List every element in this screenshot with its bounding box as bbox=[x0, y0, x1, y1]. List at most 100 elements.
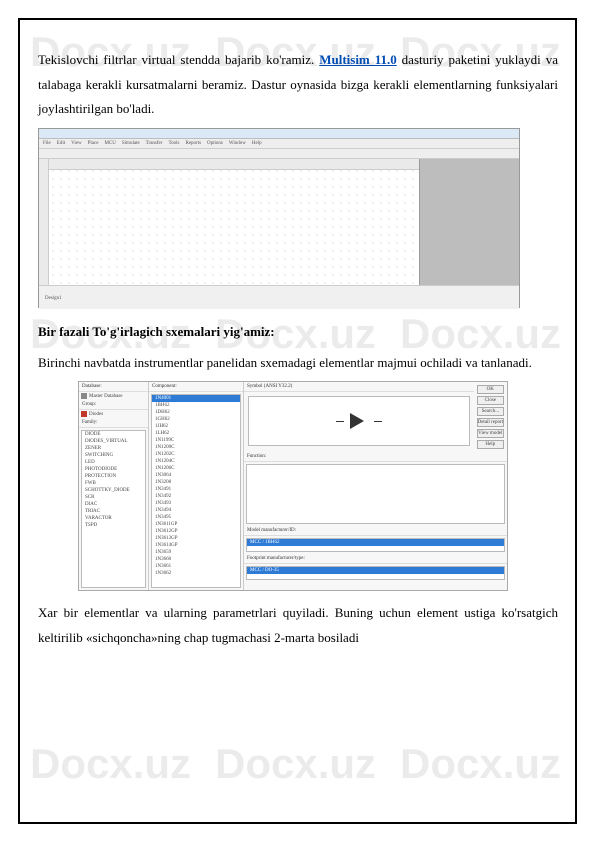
list-item[interactable]: 1N3614GP bbox=[152, 542, 240, 549]
list-item[interactable]: DIODE bbox=[82, 431, 145, 438]
list-item[interactable]: ZENER bbox=[82, 445, 145, 452]
list-item[interactable]: FWB bbox=[82, 480, 145, 487]
list-item[interactable]: 1N3495 bbox=[152, 514, 240, 521]
multisim-link[interactable]: Multisim 11.0 bbox=[319, 52, 397, 67]
screenshot-component-dialog: Database: Master Database Group: Diodes … bbox=[78, 381, 508, 591]
paragraph-2: Birinchi navbatda instrumentlar panelida… bbox=[38, 351, 558, 376]
design-canvas[interactable] bbox=[49, 159, 419, 285]
menu-item[interactable]: Help bbox=[252, 141, 262, 146]
window-titlebar bbox=[39, 129, 519, 139]
list-item[interactable]: 1N3493 bbox=[152, 500, 240, 507]
list-item[interactable]: TRIAC bbox=[82, 508, 145, 515]
toolbar bbox=[39, 149, 519, 159]
menu-item[interactable]: Tools bbox=[168, 141, 179, 146]
menu-item[interactable]: Window bbox=[229, 141, 246, 146]
text: Tekislovchi filtrlar virtual stendda baj… bbox=[38, 52, 319, 67]
list-item[interactable]: 1JH62 bbox=[152, 423, 240, 430]
instruments-panel bbox=[419, 159, 519, 285]
list-item[interactable]: 1N3659 bbox=[152, 549, 240, 556]
list-item[interactable]: 1N3064 bbox=[152, 472, 240, 479]
list-item[interactable]: 1LH62 bbox=[152, 430, 240, 437]
list-item[interactable]: 1N3613GP bbox=[152, 535, 240, 542]
diode-icon bbox=[81, 411, 87, 417]
function-box bbox=[246, 464, 505, 524]
list-item[interactable]: MCC / DO-35 bbox=[247, 567, 504, 574]
paragraph-3: Xar bir elementlar va ularning parametrl… bbox=[38, 601, 558, 650]
list-item[interactable]: 1GH62 bbox=[152, 416, 240, 423]
symbol-preview bbox=[248, 396, 470, 446]
list-item[interactable]: 1DH62 bbox=[152, 409, 240, 416]
list-item[interactable]: SCR bbox=[82, 494, 145, 501]
text: Diodes bbox=[89, 412, 103, 417]
list-item[interactable]: LED bbox=[82, 459, 145, 466]
list-item[interactable]: 1N1202C bbox=[152, 451, 240, 458]
heading-2: Bir fazali To'g'irlagich sxemalari yig'a… bbox=[38, 320, 558, 345]
list-item[interactable]: 1N3208 bbox=[152, 479, 240, 486]
list-item[interactable]: DIODES_VIRTUAL bbox=[82, 438, 145, 445]
menu-item[interactable]: File bbox=[43, 141, 51, 146]
footprint-list[interactable]: MCC / DO-35 bbox=[246, 566, 505, 580]
list-item[interactable]: 1N1206C bbox=[152, 465, 240, 472]
label-group: Group: bbox=[79, 400, 148, 410]
list-item[interactable]: 1N1204C bbox=[152, 458, 240, 465]
label-database: Database: bbox=[79, 382, 148, 392]
list-item[interactable]: MCC / 1BH62 bbox=[247, 539, 504, 546]
screenshot-multisim-window: File Edit View Place MCU Simulate Transf… bbox=[38, 128, 520, 308]
component-list[interactable]: 1N4001 1BH62 1DH62 1GH62 1JH62 1LH62 1N1… bbox=[151, 394, 241, 588]
text: Master Database bbox=[89, 394, 122, 399]
list-item[interactable]: 1N3611GP bbox=[152, 521, 240, 528]
list-item[interactable]: TSPD bbox=[82, 522, 145, 529]
list-item[interactable]: 1N3661 bbox=[152, 563, 240, 570]
menu-item[interactable]: MCU bbox=[104, 141, 115, 146]
bottom-panel: Design1 bbox=[39, 285, 519, 309]
list-item[interactable]: 1N3491 bbox=[152, 486, 240, 493]
list-item[interactable]: DIAC bbox=[82, 501, 145, 508]
list-item[interactable]: 1N1199C bbox=[152, 437, 240, 444]
list-item[interactable]: 1N3612GP bbox=[152, 528, 240, 535]
label-function: Function: bbox=[244, 452, 507, 462]
search-button[interactable]: Search... bbox=[477, 407, 504, 416]
label-component: Component: bbox=[149, 382, 243, 392]
list-item[interactable]: 1N3494 bbox=[152, 507, 240, 514]
label-model: Model manufacturer/ID: bbox=[244, 526, 507, 536]
label-family: Family: bbox=[79, 418, 148, 428]
family-list[interactable]: DIODE DIODES_VIRTUAL ZENER SWITCHING LED… bbox=[81, 430, 146, 588]
paragraph-1: Tekislovchi filtrlar virtual stendda baj… bbox=[38, 48, 558, 122]
menu-item[interactable]: Options bbox=[207, 141, 223, 146]
design-tab[interactable]: Design1 bbox=[39, 294, 68, 303]
group-select[interactable]: Diodes bbox=[79, 410, 148, 418]
list-item[interactable]: SCHOTTKY_DIODE bbox=[82, 487, 145, 494]
help-button[interactable]: Help bbox=[477, 440, 504, 449]
menu-item[interactable]: Place bbox=[88, 141, 99, 146]
list-item[interactable]: 1N3662 bbox=[152, 570, 240, 577]
detail-report-button[interactable]: Detail report bbox=[477, 418, 504, 427]
list-item[interactable]: VARACTOR bbox=[82, 515, 145, 522]
close-button[interactable]: Close bbox=[477, 396, 504, 405]
list-item[interactable]: 1N3660 bbox=[152, 556, 240, 563]
list-item[interactable]: PROTECTION bbox=[82, 473, 145, 480]
menu-item[interactable]: Reports bbox=[185, 141, 201, 146]
label-symbol: Symbol (ANSI Y32.2) bbox=[244, 382, 474, 392]
menu-bar: File Edit View Place MCU Simulate Transf… bbox=[39, 139, 519, 149]
model-list[interactable]: MCC / 1BH62 bbox=[246, 538, 505, 552]
dialog-left-column: Database: Master Database Group: Diodes … bbox=[79, 382, 149, 590]
ruler-vertical bbox=[39, 159, 49, 285]
page-content: Tekislovchi filtrlar virtual stendda baj… bbox=[38, 48, 558, 657]
list-item[interactable]: SWITCHING bbox=[82, 452, 145, 459]
list-item[interactable]: PHOTODIODE bbox=[82, 466, 145, 473]
list-item[interactable]: 1N3492 bbox=[152, 493, 240, 500]
menu-item[interactable]: View bbox=[71, 141, 82, 146]
menu-item[interactable]: Simulate bbox=[122, 141, 140, 146]
menu-item[interactable]: Transfer bbox=[146, 141, 163, 146]
list-item[interactable]: 1BH62 bbox=[152, 402, 240, 409]
menu-item[interactable]: Edit bbox=[57, 141, 65, 146]
label-footprint: Footprint manufacturer/type: bbox=[244, 554, 507, 564]
list-item[interactable]: 1N1200C bbox=[152, 444, 240, 451]
view-model-button[interactable]: View model bbox=[477, 429, 504, 438]
list-item[interactable]: 1N4001 bbox=[152, 395, 240, 402]
db-icon bbox=[81, 393, 87, 399]
ok-button[interactable]: OK bbox=[477, 385, 504, 394]
db-item[interactable]: Master Database bbox=[79, 392, 148, 400]
dialog-right-column: Symbol (ANSI Y32.2) OK Close Search... D… bbox=[244, 382, 507, 590]
dialog-buttons: OK Close Search... Detail report View mo… bbox=[474, 382, 507, 452]
